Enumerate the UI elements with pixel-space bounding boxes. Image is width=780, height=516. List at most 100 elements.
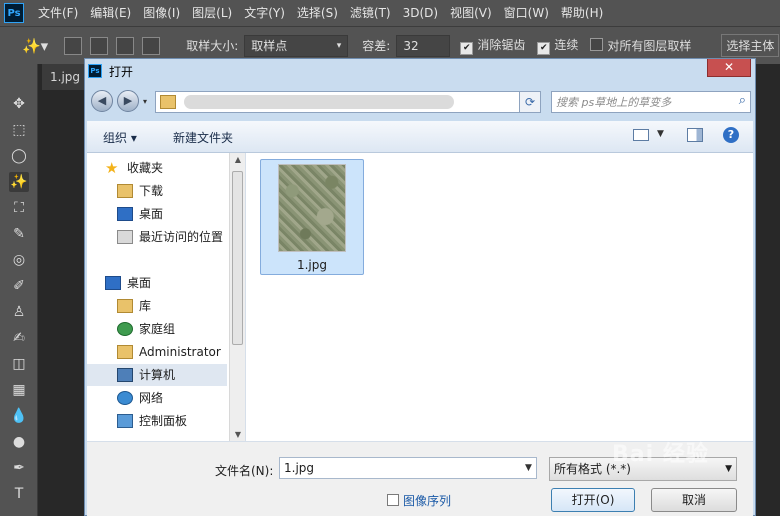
close-button[interactable]: ✕: [707, 59, 751, 77]
forward-button[interactable]: ▶: [117, 90, 139, 112]
sample-size-value: 取样点: [251, 38, 288, 53]
chevron-down-icon: ▾: [336, 40, 342, 51]
nav-item-control-panel[interactable]: 控制面板: [117, 410, 187, 432]
select-subject-button[interactable]: 选择主体: [721, 34, 780, 57]
view-mode-icon[interactable]: [633, 129, 649, 141]
nav-item-label: 家庭组: [139, 322, 176, 336]
menu-layer[interactable]: 图层(L): [186, 0, 238, 26]
nav-item-computer[interactable]: 计算机: [87, 364, 227, 386]
contiguous-checkbox[interactable]: ✔: [537, 42, 551, 55]
tolerance-input[interactable]: 32: [396, 34, 451, 57]
back-button[interactable]: ◀: [91, 90, 113, 112]
recent-locations-icon[interactable]: ▾: [143, 97, 147, 106]
all-layers-checkbox[interactable]: [590, 38, 604, 51]
brush-tool-icon[interactable]: ✐: [9, 276, 29, 296]
tools-panel: ✥ ⬚ ◯ ✨ ⛶ ✎ ◎ ✐ ♙ ✍ ◫ ▦ 💧 ● ✒ T: [0, 64, 38, 516]
contiguous-option[interactable]: ✔ 连续: [537, 36, 578, 55]
antialias-checkbox[interactable]: ✔: [460, 42, 474, 55]
new-folder-button[interactable]: 新建文件夹: [173, 129, 233, 146]
menu-type[interactable]: 文字(Y): [238, 0, 291, 26]
menu-view[interactable]: 视图(V): [444, 0, 498, 26]
menu-edit[interactable]: 编辑(E): [84, 0, 137, 26]
search-input[interactable]: [556, 94, 726, 110]
search-icon[interactable]: ⌕: [739, 93, 746, 108]
dialog-titlebar[interactable]: Ps 打开 ✕: [85, 59, 755, 83]
new-selection-icon[interactable]: [64, 36, 83, 55]
preview-pane-icon[interactable]: [687, 128, 703, 142]
nav-item-administrator[interactable]: Administrator: [117, 341, 221, 363]
nav-item-label: 控制面板: [139, 414, 188, 428]
marquee-tool-icon[interactable]: ⬚: [9, 120, 29, 140]
photoshop-logo-icon: Ps: [4, 3, 24, 23]
magic-wand-preset-icon[interactable]: ✨▾: [22, 37, 48, 55]
menu-window[interactable]: 窗口(W): [498, 0, 555, 26]
lasso-tool-icon[interactable]: ◯: [9, 146, 29, 166]
intersect-selection-icon[interactable]: [142, 36, 161, 55]
eyedropper-tool-icon[interactable]: ✎: [9, 224, 29, 244]
open-button[interactable]: 打开(O): [551, 488, 635, 512]
nav-item-downloads[interactable]: 下载: [117, 180, 163, 202]
folder-icon: [160, 95, 176, 109]
gradient-tool-icon[interactable]: ▦: [9, 380, 29, 400]
magic-wand-tool-icon[interactable]: ✨: [9, 172, 29, 192]
eraser-tool-icon[interactable]: ◫: [9, 354, 29, 374]
scroll-up-icon[interactable]: ▲: [230, 155, 245, 164]
network-icon: [117, 391, 133, 405]
blurred-path: [184, 95, 454, 109]
pen-tool-icon[interactable]: ✒: [9, 458, 29, 478]
tolerance-label: 容差:: [362, 39, 391, 53]
nav-item-desktop[interactable]: 桌面: [105, 272, 151, 294]
history-brush-tool-icon[interactable]: ✍: [9, 328, 29, 348]
image-sequence-checkbox[interactable]: [387, 494, 399, 506]
move-tool-icon[interactable]: ✥: [9, 94, 29, 114]
document-tab[interactable]: 1.jpg: [42, 64, 89, 90]
nav-item-label: 收藏夹: [127, 161, 164, 175]
nav-item-desktop-favorite[interactable]: 桌面: [117, 203, 163, 225]
sample-size-select[interactable]: 取样点 ▾: [244, 34, 349, 57]
nav-item-favorites[interactable]: ★ 收藏夹: [105, 157, 163, 179]
grass-thumbnail: [278, 164, 346, 252]
cancel-button[interactable]: 取消: [651, 488, 737, 512]
menu-help[interactable]: 帮助(H): [555, 0, 609, 26]
desktop-icon: [117, 207, 133, 221]
scrollbar-thumb[interactable]: [232, 171, 243, 345]
nav-scrollbar[interactable]: ▲ ▼: [229, 153, 245, 441]
menu-select[interactable]: 选择(S): [291, 0, 344, 26]
menu-3d[interactable]: 3D(D): [397, 0, 444, 26]
filename-label: 文件名(N):: [215, 464, 274, 478]
subtract-selection-icon[interactable]: [116, 36, 135, 55]
nav-item-homegroup[interactable]: 家庭组: [117, 318, 175, 340]
nav-item-label: 下载: [139, 184, 164, 198]
address-bar[interactable]: ▼: [155, 91, 541, 113]
nav-item-network[interactable]: 网络: [117, 387, 163, 409]
nav-item-recent[interactable]: 最近访问的位置: [117, 226, 223, 248]
image-sequence-label[interactable]: 图像序列: [403, 492, 451, 509]
chevron-down-icon[interactable]: ▼: [657, 129, 664, 139]
add-selection-icon[interactable]: [90, 36, 109, 55]
healing-tool-icon[interactable]: ◎: [9, 250, 29, 270]
organize-button[interactable]: 组织 ▾: [103, 129, 137, 146]
menu-file[interactable]: 文件(F): [32, 0, 84, 26]
filename-input[interactable]: [279, 457, 537, 479]
crop-tool-icon[interactable]: ⛶: [9, 198, 29, 218]
search-box[interactable]: ⌕: [551, 91, 751, 113]
menu-image[interactable]: 图像(I): [137, 0, 186, 26]
photoshop-icon: Ps: [88, 64, 102, 78]
sample-size-label: 取样大小:: [186, 39, 239, 53]
chevron-down-icon[interactable]: ▼: [525, 463, 532, 473]
all-layers-option[interactable]: 对所有图层取样: [590, 37, 691, 54]
dodge-tool-icon[interactable]: ●: [9, 432, 29, 452]
help-icon[interactable]: ?: [723, 127, 739, 143]
file-item[interactable]: 1.jpg: [260, 159, 364, 275]
scroll-down-icon[interactable]: ▼: [230, 430, 245, 439]
stamp-tool-icon[interactable]: ♙: [9, 302, 29, 322]
command-bar: 组织 ▾ 新建文件夹 ▼ ?: [87, 121, 753, 153]
antialias-label: 消除锯齿: [477, 38, 526, 52]
type-tool-icon[interactable]: T: [9, 484, 29, 504]
blur-tool-icon[interactable]: 💧: [9, 406, 29, 426]
antialias-option[interactable]: ✔ 消除锯齿: [460, 36, 525, 55]
nav-item-library[interactable]: 库: [117, 295, 151, 317]
menu-filter[interactable]: 滤镜(T): [344, 0, 397, 26]
refresh-button[interactable]: ⟳: [519, 91, 541, 113]
homegroup-icon: [117, 322, 133, 336]
